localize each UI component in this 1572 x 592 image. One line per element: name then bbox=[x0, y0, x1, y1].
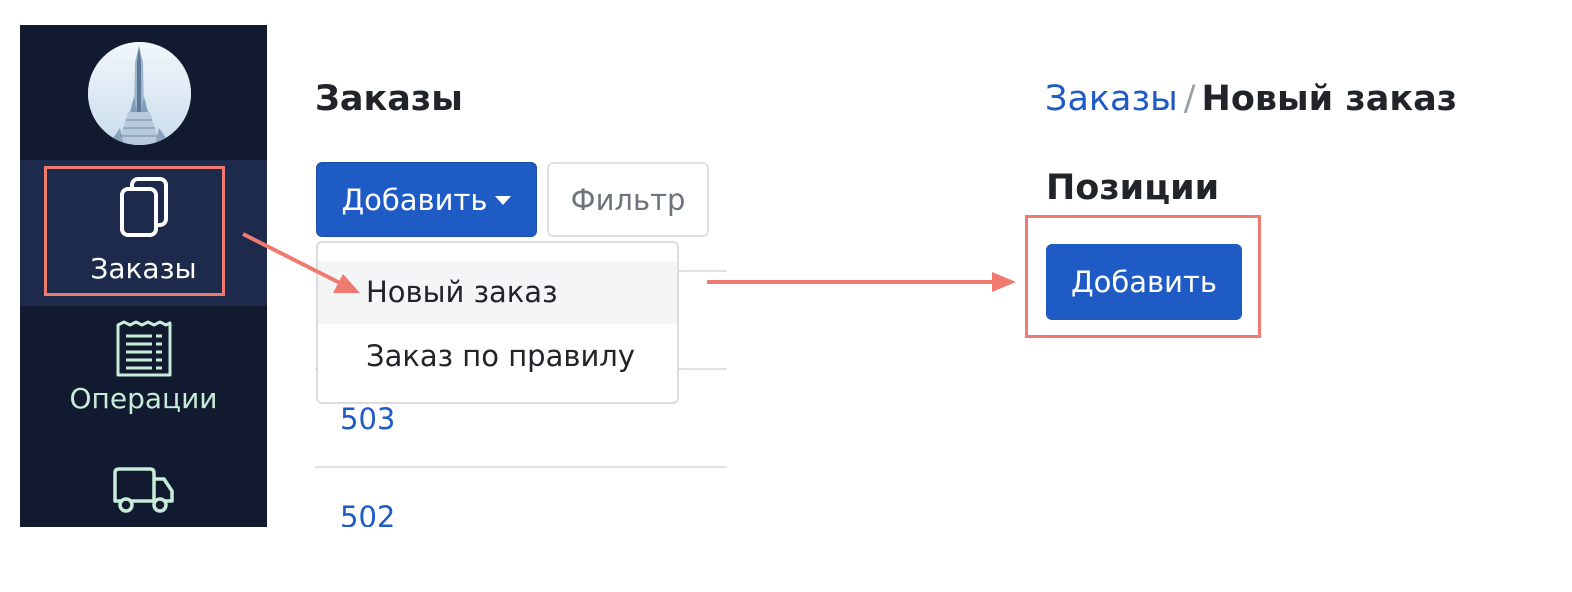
divider bbox=[315, 466, 727, 468]
menu-item-order-by-rule[interactable]: Заказ по правилу bbox=[318, 325, 677, 388]
avatar[interactable] bbox=[88, 42, 191, 145]
sidebar-item-label: Операции bbox=[69, 382, 218, 415]
caret-down-icon bbox=[495, 196, 512, 205]
page-title: Заказы bbox=[315, 79, 463, 119]
sidebar-item-orders[interactable]: Заказы bbox=[20, 160, 267, 306]
filter-button[interactable]: Фильтр bbox=[547, 162, 709, 237]
menu-item-new-order[interactable]: Новый заказ bbox=[318, 261, 677, 324]
breadcrumb-link-orders[interactable]: Заказы bbox=[1045, 79, 1178, 119]
sidebar-item-label: Заказы bbox=[90, 252, 197, 285]
section-title: Позиции bbox=[1046, 168, 1220, 208]
breadcrumb-separator: / bbox=[1183, 79, 1196, 119]
truck-icon bbox=[112, 467, 174, 513]
add-position-button-label: Добавить bbox=[1071, 265, 1217, 299]
order-link-502[interactable]: 502 bbox=[340, 499, 395, 527]
order-link-503[interactable]: 503 bbox=[340, 401, 395, 437]
sidebar-item-delivery[interactable] bbox=[20, 465, 267, 527]
sidebar-item-operations[interactable]: Операции bbox=[20, 320, 267, 440]
filter-button-label: Фильтр bbox=[570, 182, 686, 217]
rocket-image bbox=[88, 42, 191, 145]
breadcrumb: Заказы / Новый заказ bbox=[1045, 77, 1457, 121]
breadcrumb-current: Новый заказ bbox=[1201, 79, 1458, 119]
arrow-to-add-button bbox=[707, 272, 1016, 292]
sidebar: Заказы Операции bbox=[20, 25, 267, 527]
add-button-label: Добавить bbox=[341, 182, 488, 217]
add-dropdown-button[interactable]: Добавить bbox=[316, 162, 537, 237]
add-position-button[interactable]: Добавить bbox=[1046, 244, 1242, 320]
documents-icon bbox=[119, 177, 168, 237]
receipt-icon bbox=[116, 320, 171, 377]
add-dropdown-menu: Новый заказ Заказ по правилу bbox=[316, 241, 679, 404]
